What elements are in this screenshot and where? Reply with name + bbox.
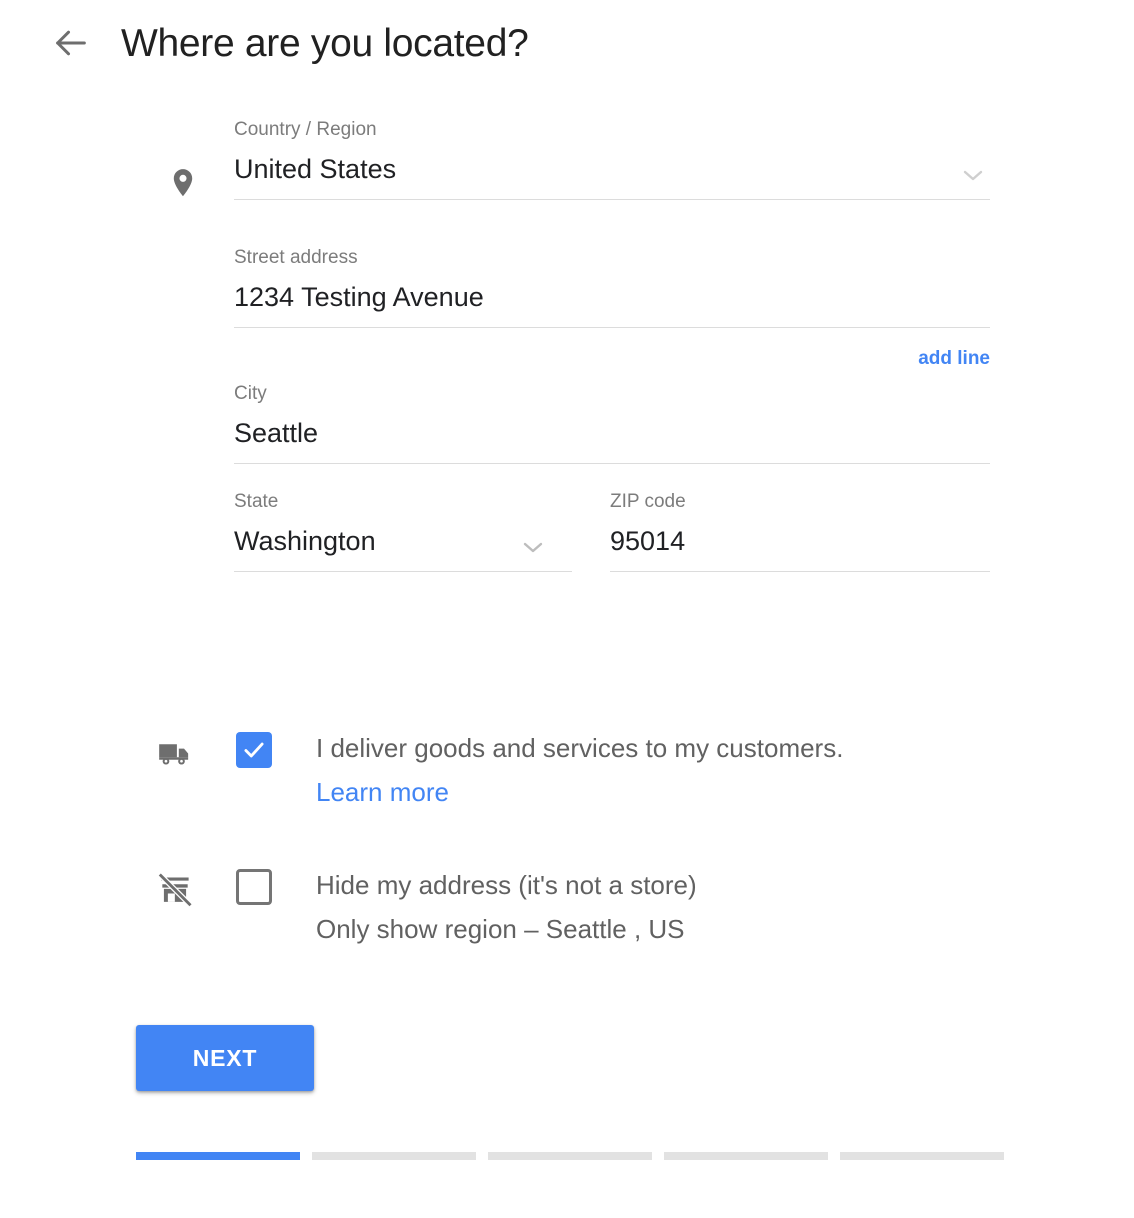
progress-segment-3 bbox=[488, 1152, 652, 1160]
check-icon bbox=[241, 737, 267, 763]
add-line-row: add line bbox=[234, 348, 990, 384]
hide-address-text: Hide my address (it's not a store) Only … bbox=[316, 861, 697, 951]
progress-segment-2 bbox=[312, 1152, 476, 1160]
state-column: State Washington bbox=[234, 492, 572, 572]
delivery-text: I deliver goods and services to my custo… bbox=[316, 724, 843, 814]
hide-address-option-row[interactable]: Hide my address (it's not a store) Only … bbox=[156, 861, 1134, 951]
hide-address-checkbox[interactable] bbox=[236, 869, 272, 905]
hide-address-label: Hide my address (it's not a store) bbox=[316, 870, 697, 900]
progress-segment-5 bbox=[840, 1152, 1004, 1160]
zip-field[interactable]: ZIP code 95014 bbox=[610, 492, 990, 572]
delivery-option-row[interactable]: I deliver goods and services to my custo… bbox=[156, 724, 1134, 814]
delivery-truck-icon bbox=[156, 734, 194, 772]
zip-label: ZIP code bbox=[610, 491, 686, 512]
zip-value[interactable]: 95014 bbox=[610, 528, 990, 565]
back-button[interactable] bbox=[48, 20, 94, 66]
address-form: Country / Region United States Street ad… bbox=[0, 120, 1134, 572]
state-label: State bbox=[234, 491, 279, 512]
state-zip-row: State Washington ZIP code 95014 bbox=[234, 492, 990, 572]
city-field-row: City Seattle bbox=[234, 384, 990, 464]
delivery-checkbox[interactable] bbox=[236, 732, 272, 768]
progress-indicator bbox=[136, 1152, 1004, 1160]
city-field[interactable]: City Seattle bbox=[234, 384, 990, 464]
country-field[interactable]: Country / Region United States bbox=[234, 120, 990, 200]
hide-address-sublabel: Only show region – Seattle , US bbox=[316, 914, 685, 944]
city-value[interactable]: Seattle bbox=[234, 420, 990, 457]
country-field-row: Country / Region United States bbox=[173, 120, 990, 200]
street-label: Street address bbox=[234, 247, 358, 268]
country-value[interactable]: United States bbox=[234, 156, 990, 193]
chevron-down-icon[interactable] bbox=[520, 539, 546, 555]
next-button[interactable]: NEXT bbox=[136, 1025, 314, 1091]
delivery-label: I deliver goods and services to my custo… bbox=[316, 733, 844, 763]
page-title: Where are you located? bbox=[121, 21, 529, 65]
state-field[interactable]: State Washington bbox=[234, 492, 572, 572]
zip-column: ZIP code 95014 bbox=[610, 492, 990, 572]
add-line-link[interactable]: add line bbox=[918, 348, 990, 369]
city-label: City bbox=[234, 383, 267, 404]
street-field[interactable]: Street address 1234 Testing Avenue bbox=[234, 248, 990, 328]
store-off-icon bbox=[156, 871, 194, 909]
country-label: Country / Region bbox=[234, 119, 377, 140]
learn-more-link[interactable]: Learn more bbox=[316, 770, 843, 814]
chevron-down-icon[interactable] bbox=[960, 167, 986, 183]
location-pin-icon bbox=[166, 166, 200, 200]
delivery-option-block: I deliver goods and services to my custo… bbox=[0, 724, 1134, 814]
page-header: Where are you located? bbox=[0, 0, 1134, 86]
street-field-row: Street address 1234 Testing Avenue bbox=[234, 248, 990, 328]
street-value[interactable]: 1234 Testing Avenue bbox=[234, 284, 990, 321]
progress-segment-4 bbox=[664, 1152, 828, 1160]
hide-address-option-block: Hide my address (it's not a store) Only … bbox=[0, 861, 1134, 951]
arrow-left-icon bbox=[51, 23, 91, 63]
progress-segment-1 bbox=[136, 1152, 300, 1160]
